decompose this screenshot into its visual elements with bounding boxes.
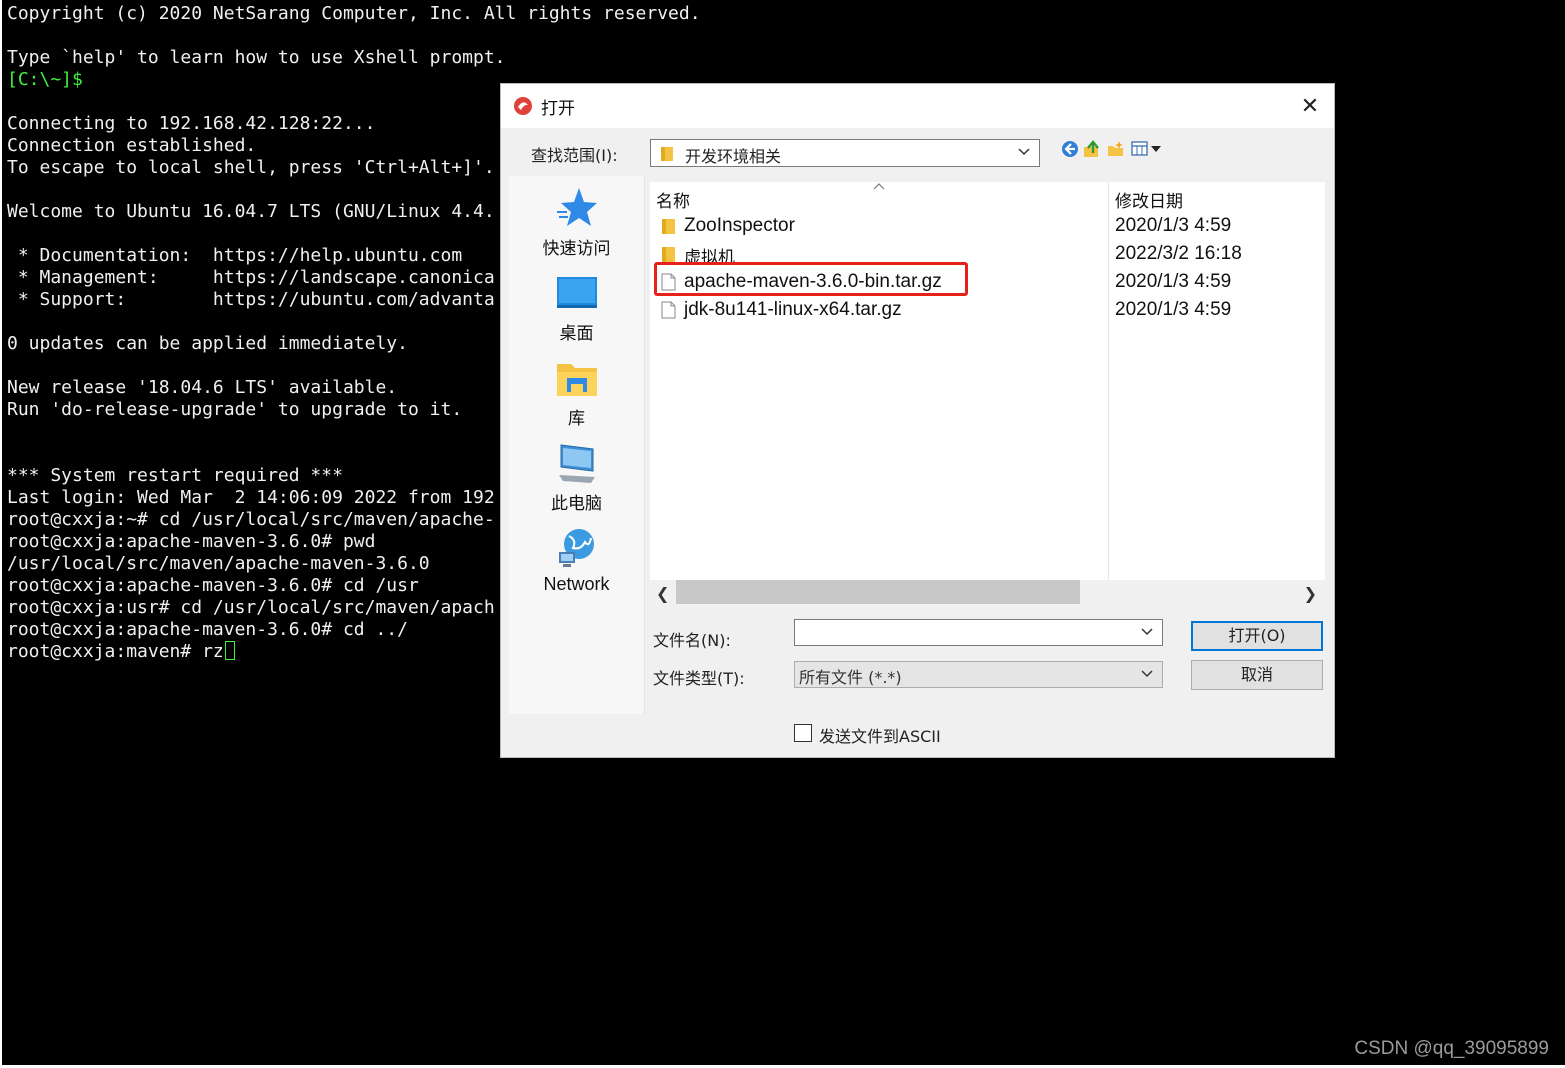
place-libraries[interactable]: 库 <box>509 356 644 436</box>
back-icon[interactable] <box>1061 140 1079 158</box>
send-ascii-label: 发送文件到ASCII <box>819 727 941 746</box>
place-desktop[interactable]: 桌面 <box>509 271 644 351</box>
file-name-input[interactable] <box>794 619 1163 646</box>
places-bar: 快速访问 桌面 库 此电脑 Network <box>509 176 645 714</box>
file-date: 2020/1/3 4:59 <box>1115 271 1232 292</box>
file-date: 2020/1/3 4:59 <box>1115 215 1232 236</box>
file-list[interactable]: 名称 修改日期 ZooInspector 2020/1/3 4:59 虚拟机 2… <box>650 182 1325 606</box>
up-folder-icon[interactable] <box>1083 140 1101 158</box>
network-icon <box>559 529 594 567</box>
look-in-value: 开发环境相关 <box>685 147 782 166</box>
chevron-down-icon[interactable] <box>1140 624 1154 638</box>
column-header-date[interactable]: 修改日期 <box>1115 187 1183 212</box>
file-row[interactable]: ZooInspector 2020/1/3 4:59 <box>650 212 1325 240</box>
open-button[interactable]: 打开(O) <box>1191 621 1323 651</box>
file-type-value: 所有文件 (*.*) <box>799 668 902 687</box>
cancel-button[interactable]: 取消 <box>1191 660 1323 690</box>
xshell-app-icon <box>514 97 532 115</box>
dialog-title: 打开 <box>541 99 575 119</box>
file-type-label: 文件类型(T): <box>653 669 745 688</box>
horizontal-scrollbar[interactable]: ❮ ❯ <box>650 580 1325 606</box>
terminal-line: Copyright (c) 2020 NetSarang Computer, I… <box>7 3 701 24</box>
place-this-pc[interactable]: 此电脑 <box>509 441 644 521</box>
place-network[interactable]: Network <box>509 526 644 606</box>
folder-icon <box>661 147 673 161</box>
file-date: 2022/3/2 16:18 <box>1115 243 1242 264</box>
folder-icon <box>662 219 675 234</box>
chevron-down-icon <box>1141 670 1153 678</box>
scroll-right-icon[interactable]: ❯ <box>1304 584 1317 603</box>
close-button[interactable]: ✕ <box>1286 84 1334 128</box>
new-folder-icon[interactable] <box>1107 140 1125 158</box>
place-label: 库 <box>568 409 585 429</box>
quick-access-star-icon <box>557 188 597 226</box>
column-header-name[interactable]: 名称 <box>656 187 690 212</box>
file-type-dropdown[interactable]: 所有文件 (*.*) <box>794 661 1163 688</box>
send-ascii-checkbox[interactable] <box>794 724 812 742</box>
scroll-left-icon[interactable]: ❮ <box>656 584 669 603</box>
look-in-dropdown[interactable]: 开发环境相关 <box>650 139 1040 167</box>
terminal-line: Type `help' to learn how to use Xshell p… <box>7 47 506 68</box>
file-name: jdk-8u141-linux-x64.tar.gz <box>684 299 902 320</box>
scrollbar-thumb[interactable] <box>676 580 1080 604</box>
watermark: CSDN @qq_39095899 <box>1354 1038 1549 1059</box>
place-label: 桌面 <box>559 324 594 344</box>
close-icon: ✕ <box>1300 94 1320 119</box>
look-in-label: 查找范围(I): <box>531 146 618 165</box>
dialog-titlebar[interactable]: 打开 ✕ <box>501 84 1334 128</box>
this-pc-icon <box>559 444 595 483</box>
file-row[interactable]: jdk-8u141-linux-x64.tar.gz 2020/1/3 4:59 <box>650 296 1325 324</box>
file-name-label: 文件名(N): <box>653 631 731 650</box>
place-label: 快速访问 <box>542 239 611 259</box>
place-quick-access[interactable]: 快速访问 <box>509 186 644 266</box>
view-menu-icon[interactable] <box>1131 140 1165 158</box>
file-name: ZooInspector <box>684 215 795 236</box>
file-date: 2020/1/3 4:59 <box>1115 299 1232 320</box>
place-label: Network <box>543 574 610 594</box>
open-file-dialog: 打开 ✕ 查找范围(I): 开发环境相关 快速访问 桌面 库 此电脑 Netwo… <box>501 84 1334 757</box>
terminal-cursor <box>224 641 235 660</box>
libraries-icon <box>557 364 597 396</box>
chevron-down-icon <box>1018 148 1030 156</box>
place-label: 此电脑 <box>551 494 602 514</box>
selection-highlight <box>654 262 968 296</box>
sort-ascending-icon <box>873 183 885 190</box>
file-icon <box>661 301 676 319</box>
desktop-icon <box>557 277 597 308</box>
folder-icon <box>662 247 675 262</box>
